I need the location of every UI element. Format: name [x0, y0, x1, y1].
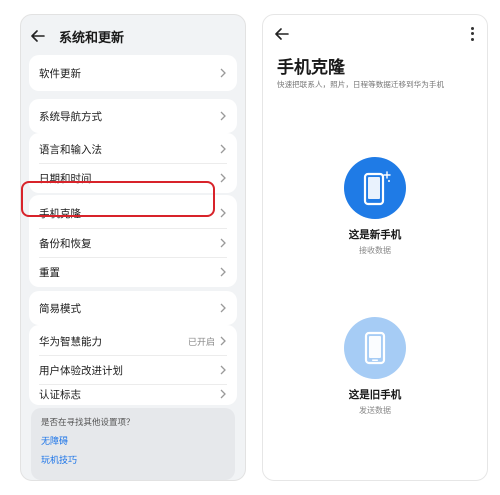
header: 系统和更新 — [29, 23, 237, 49]
chevron-right-icon — [219, 111, 227, 121]
tips-link[interactable]: 玩机技巧 — [41, 453, 225, 466]
chevron-right-icon — [219, 208, 227, 218]
chevron-right-icon — [219, 267, 227, 277]
settings-item-certification[interactable]: 认证标志 — [29, 382, 237, 406]
settings-item-user-experience[interactable]: 用户体验改进计划 — [29, 355, 237, 385]
new-phone-subtitle: 接收数据 — [359, 246, 391, 255]
page-subtitle: 快速把联系人，照片，日程等数据迁移到华为手机 — [277, 80, 445, 89]
back-arrow-icon[interactable] — [29, 27, 47, 45]
settings-card: 系统导航方式 — [29, 99, 237, 133]
settings-item-navigation[interactable]: 系统导航方式 — [29, 101, 237, 131]
chevron-right-icon — [219, 303, 227, 313]
settings-item-smart-ability[interactable]: 华为智慧能力 已开启 — [29, 326, 237, 356]
chevron-right-icon — [219, 365, 227, 375]
status-value: 已开启 — [187, 337, 215, 348]
help-box: 是否在寻找其他设置项？ 无障碍 玩机技巧 — [31, 408, 235, 480]
settings-item-language[interactable]: 语言和输入法 — [29, 134, 237, 164]
new-phone-option[interactable]: 这是新手机 接收数据 — [263, 157, 487, 256]
page-title: 手机克隆 — [277, 58, 345, 78]
chevron-right-icon — [219, 144, 227, 154]
new-phone-icon — [344, 157, 406, 219]
system-updates-screen: 系统和更新 软件更新 系统导航方式 语言和输入法 日期和时间 手机克隆 备份和恢… — [20, 14, 246, 481]
chevron-right-icon — [219, 173, 227, 183]
chevron-right-icon — [219, 238, 227, 248]
chevron-right-icon — [219, 389, 227, 399]
chevron-right-icon — [219, 336, 227, 346]
settings-card: 软件更新 — [29, 55, 237, 91]
page-title: 系统和更新 — [59, 30, 125, 46]
settings-item-simple-mode[interactable]: 简易模式 — [29, 293, 237, 323]
settings-card: 简易模式 — [29, 291, 237, 325]
old-phone-subtitle: 发送数据 — [359, 406, 391, 415]
more-menu-icon[interactable] — [467, 26, 477, 42]
settings-item-backup[interactable]: 备份和恢复 — [29, 228, 237, 258]
settings-card: 华为智慧能力 已开启 用户体验改进计划 认证标志 — [29, 325, 237, 405]
old-phone-icon — [344, 317, 406, 379]
phone-clone-screen: 手机克隆 快速把联系人，照片，日程等数据迁移到华为手机 这是新手机 接收数据 这… — [262, 14, 488, 481]
new-phone-title: 这是新手机 — [348, 229, 402, 241]
accessibility-link[interactable]: 无障碍 — [41, 434, 225, 447]
old-phone-option[interactable]: 这是旧手机 发送数据 — [263, 317, 487, 416]
old-phone-title: 这是旧手机 — [348, 389, 402, 401]
header — [273, 23, 477, 45]
help-question: 是否在寻找其他设置项？ — [41, 418, 135, 428]
back-arrow-icon[interactable] — [273, 25, 291, 43]
settings-item-reset[interactable]: 重置 — [29, 257, 237, 287]
highlight-box — [21, 181, 215, 217]
settings-item-software-update[interactable]: 软件更新 — [29, 58, 237, 88]
chevron-right-icon — [219, 68, 227, 78]
